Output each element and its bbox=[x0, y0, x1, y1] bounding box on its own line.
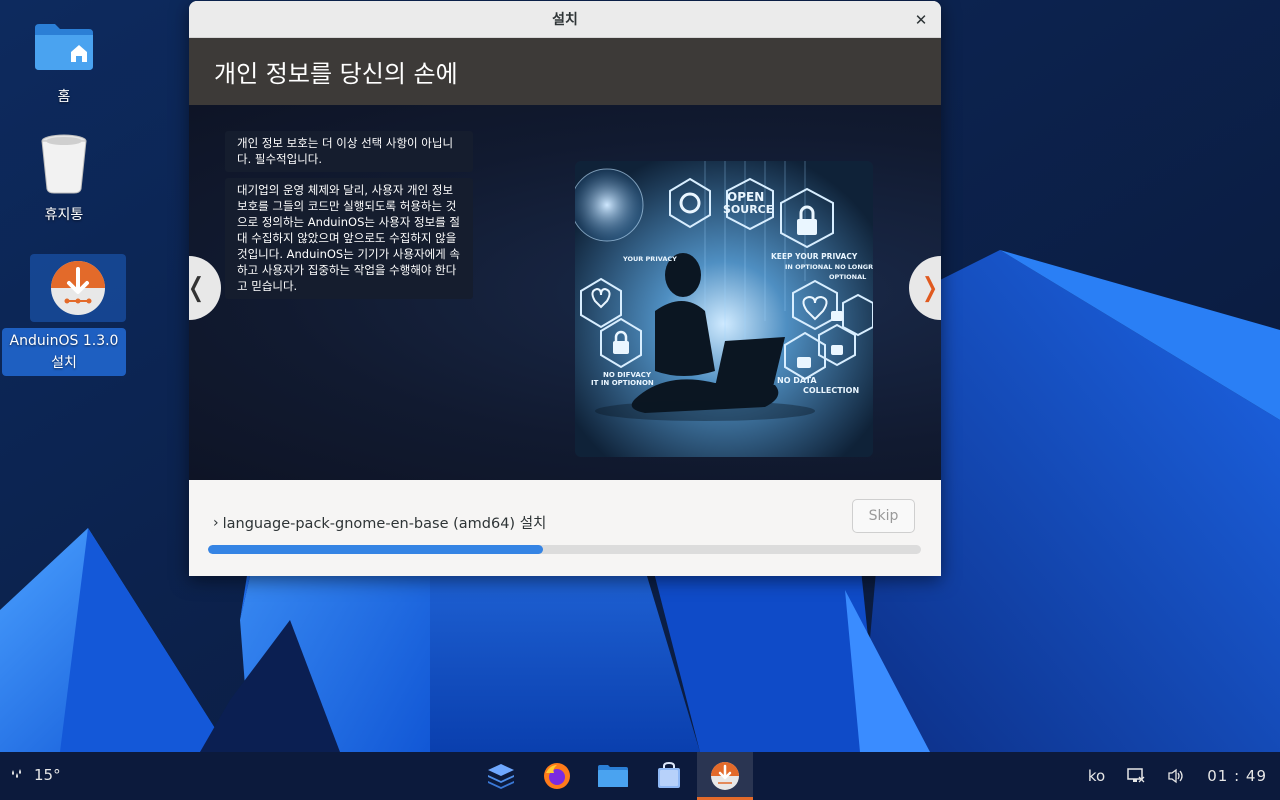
slide-header: 개인 정보를 당신의 손에 bbox=[189, 38, 941, 105]
dock-item-workspaces[interactable] bbox=[473, 752, 529, 800]
installer-window: 설치 ✕ 개인 정보를 당신의 손에 개인 정보 보호는 더 이상 선택 사항이… bbox=[189, 1, 941, 576]
desktop-icon-label: AnduinOS 1.3.0 설치 bbox=[2, 328, 126, 376]
skip-button[interactable]: Skip bbox=[852, 499, 915, 533]
chevron-left-icon: ❬ bbox=[189, 273, 207, 303]
folder-icon bbox=[598, 765, 628, 787]
dock-item-installer[interactable] bbox=[697, 752, 753, 800]
image-text-your-privacy: YOUR PRIVACY bbox=[622, 255, 677, 263]
desktop-icon-label: 휴지통 bbox=[44, 207, 84, 223]
expand-chevron-icon: › bbox=[213, 514, 219, 531]
image-text-keep-2: IN OPTIONAL NO LONGR bbox=[785, 263, 873, 271]
trash-icon bbox=[30, 130, 98, 198]
dock bbox=[473, 752, 753, 800]
install-status-text: language-pack-gnome-en-base (amd64) 설치 bbox=[222, 516, 547, 532]
install-progress-bar bbox=[208, 545, 921, 554]
image-text-no-privacy-1: NO DIFVACY bbox=[603, 371, 652, 379]
desktop-icon-trash[interactable]: 휴지통 bbox=[2, 130, 126, 230]
taskbar: 15° ko 01: 49 bbox=[0, 752, 1280, 800]
progress-area: › language-pack-gnome-en-base (amd64) 설치… bbox=[189, 480, 941, 576]
rain-icon bbox=[10, 768, 24, 783]
dock-item-firefox[interactable] bbox=[529, 752, 585, 800]
system-tray: ko 01 : 49 bbox=[1088, 752, 1280, 800]
slide-paragraph-2: 대기업의 운영 체제와 달리, 사용자 개인 정보 보호를 그들의 코드만 실행… bbox=[225, 178, 473, 299]
installer-label-line1: AnduinOS 1.3.0 bbox=[9, 333, 119, 349]
dock-item-software-store[interactable] bbox=[641, 752, 697, 800]
weather-widget[interactable]: 15° bbox=[10, 766, 61, 784]
image-text-keep-1: KEEP YOUR PRIVACY bbox=[771, 252, 858, 261]
image-text-no-data-2: COLLECTION bbox=[803, 386, 859, 395]
image-text-keep-3: OPTIONAL bbox=[829, 273, 866, 281]
dock-item-files[interactable] bbox=[585, 752, 641, 800]
image-text-no-privacy-2: IT IN OPTIONON bbox=[591, 379, 654, 387]
keyboard-layout-indicator[interactable]: ko bbox=[1088, 767, 1105, 785]
installer-icon bbox=[711, 762, 739, 790]
installer-icon bbox=[30, 254, 126, 322]
weather-temperature: 15° bbox=[34, 766, 61, 784]
volume-icon[interactable] bbox=[1167, 768, 1185, 784]
window-titlebar[interactable]: 설치 ✕ bbox=[189, 1, 941, 38]
desktop-icon-label: 홈 bbox=[57, 89, 71, 105]
network-icon[interactable] bbox=[1127, 768, 1145, 784]
slide-paragraph-1: 개인 정보 보호는 더 이상 선택 사항이 아닙니다. 필수적입니다. bbox=[225, 131, 473, 172]
image-text-source: SOURCE bbox=[723, 203, 773, 216]
desktop-icon-home[interactable]: 홈 bbox=[2, 12, 126, 112]
installer-label-line2: 설치 bbox=[51, 355, 77, 371]
install-status[interactable]: › language-pack-gnome-en-base (amd64) 설치 bbox=[213, 512, 546, 533]
slide-text: 개인 정보 보호는 더 이상 선택 사항이 아닙니다. 필수적입니다. 대기업의… bbox=[225, 131, 473, 305]
install-progress-fill bbox=[208, 545, 544, 554]
window-title: 설치 bbox=[552, 12, 578, 28]
slideshow: 개인 정보 보호는 더 이상 선택 사항이 아닙니다. 필수적입니다. 대기업의… bbox=[189, 105, 941, 480]
chevron-right-icon: ❭ bbox=[919, 273, 941, 303]
clock[interactable]: 01 : 49 bbox=[1207, 767, 1267, 785]
close-icon[interactable]: ✕ bbox=[911, 10, 931, 30]
slide-next-button[interactable]: ❭ bbox=[909, 256, 941, 320]
home-folder-icon bbox=[30, 12, 98, 80]
firefox-icon bbox=[544, 763, 570, 789]
desktop-icon-installer[interactable]: AnduinOS 1.3.0 설치 bbox=[2, 254, 126, 380]
image-text-no-data-1: NO DATA bbox=[777, 376, 817, 385]
stack-layers-icon bbox=[488, 764, 514, 789]
shopping-bag-icon bbox=[658, 762, 680, 788]
slide-prev-button[interactable]: ❬ bbox=[189, 256, 221, 320]
privacy-illustration: OPEN SOURCE KEEP YOUR PRIVACY IN OPTIONA… bbox=[575, 161, 873, 457]
image-text-open: OPEN bbox=[727, 190, 764, 204]
